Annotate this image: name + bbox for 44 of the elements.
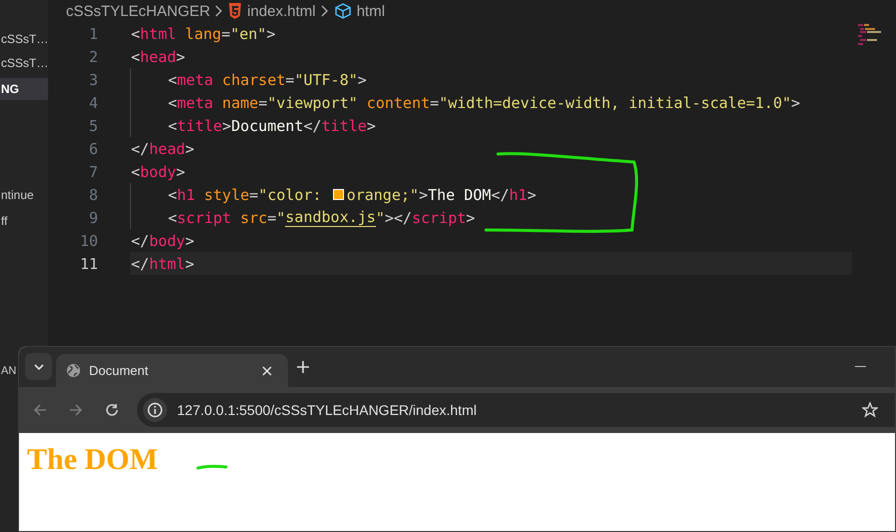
breadcrumb-item[interactable]: index.html: [247, 2, 316, 20]
page-heading: The DOM: [27, 443, 158, 477]
code-line: </body>: [130, 230, 196, 252]
explorer-item[interactable]: cSSsT…: [0, 52, 48, 74]
line-number: 7: [88, 162, 98, 180]
explorer-item[interactable]: cSSsT…: [0, 28, 48, 50]
line-number: 11: [78, 254, 98, 272]
line-number: 2: [88, 48, 98, 66]
code-line: <body>: [130, 162, 186, 182]
tab-list-button[interactable]: [25, 353, 52, 380]
code-line: <meta name="viewport" content="width=device-width, initial-scale=1.0">: [130, 91, 852, 114]
breadcrumb-item[interactable]: html: [356, 2, 385, 20]
browser-tab[interactable]: Document: [56, 354, 288, 387]
explorer-item[interactable]: ff: [0, 210, 8, 232]
code-line: <h1 style="color: orange;">The DOM</h1>: [130, 183, 852, 206]
line-number: 1: [88, 24, 98, 42]
chevron-down-icon: [34, 364, 44, 370]
line-number: 3: [88, 70, 98, 88]
explorer-item[interactable]: AN: [0, 360, 16, 382]
chevron-icon: [215, 5, 224, 17]
line-number: 5: [88, 116, 98, 134]
breadcrumb-item[interactable]: cSSsTYLEcHANGER: [66, 2, 210, 20]
line-number: 4: [88, 94, 98, 112]
annotation-drawing: [196, 464, 228, 470]
html5-icon: [228, 3, 242, 19]
cube-icon: [334, 3, 352, 19]
line-number: 8: [88, 186, 98, 204]
explorer-item[interactable]: NG: [0, 78, 48, 100]
code-line: </head>: [130, 138, 196, 160]
chevron-icon: [320, 5, 329, 17]
info-icon[interactable]: [143, 398, 167, 422]
address-bar[interactable]: 127.0.0.1:5500/cSSsTYLEcHANGER/index.html: [137, 393, 895, 427]
color-swatch[interactable]: [332, 189, 344, 200]
code-line: <html lang="en">: [130, 24, 276, 44]
line-number: 10: [78, 232, 98, 250]
code-line: <script src="sandbox.js"></script>: [130, 206, 852, 229]
globe-icon: [66, 363, 81, 378]
explorer-item[interactable]: ntinue: [0, 184, 34, 206]
line-number: 6: [88, 140, 98, 158]
line-number: 9: [88, 208, 98, 226]
code-line: <meta charset="UTF-8">: [130, 68, 852, 91]
code-line: <title>Document</title>: [130, 114, 852, 137]
code-line: <head>: [130, 46, 186, 68]
minimap-drawing: [858, 24, 884, 46]
